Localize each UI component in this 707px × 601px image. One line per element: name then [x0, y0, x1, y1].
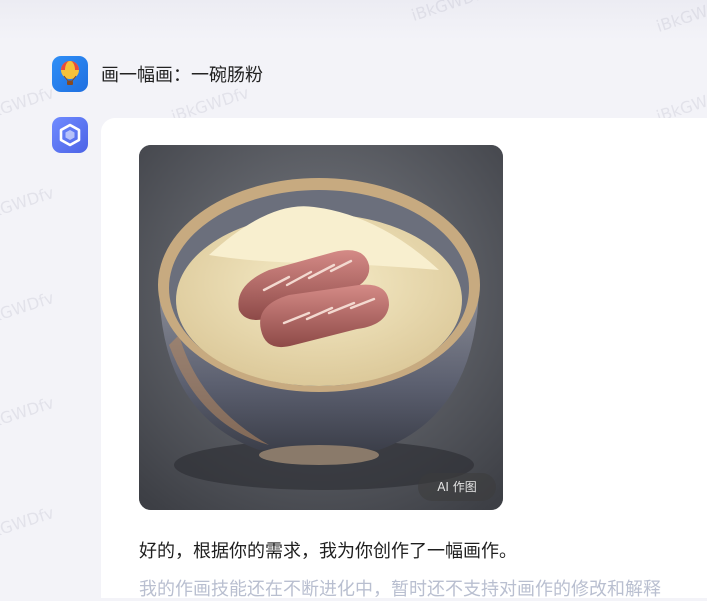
- user-avatar: [52, 56, 88, 92]
- hot-air-balloon-icon: [61, 61, 79, 85]
- rice-noodle-roll-bowl-illustration: [139, 145, 503, 510]
- watermark: iBkGWDfv: [0, 393, 57, 436]
- watermark: iBkGWDfv: [0, 503, 57, 546]
- watermark: iBkGWDfv: [0, 83, 57, 126]
- ai-generated-badge: AI 作图: [418, 473, 496, 501]
- watermark: iBkGWDfv: [0, 183, 57, 226]
- assistant-avatar: [52, 117, 88, 153]
- user-message: 画一幅画：一碗肠粉: [101, 65, 263, 86]
- watermark: iBkGWDfv: [0, 288, 57, 331]
- assistant-logo-icon: [59, 123, 81, 147]
- assistant-reply-text: 好的，根据你的需求，我为你创作了一幅画作。: [139, 541, 517, 562]
- assistant-reply-continued-text: 我的作画技能还在不断进化中，暂时还不支持对画作的修改和解释: [139, 579, 661, 600]
- generated-image[interactable]: [139, 145, 503, 510]
- top-fade: [0, 0, 707, 40]
